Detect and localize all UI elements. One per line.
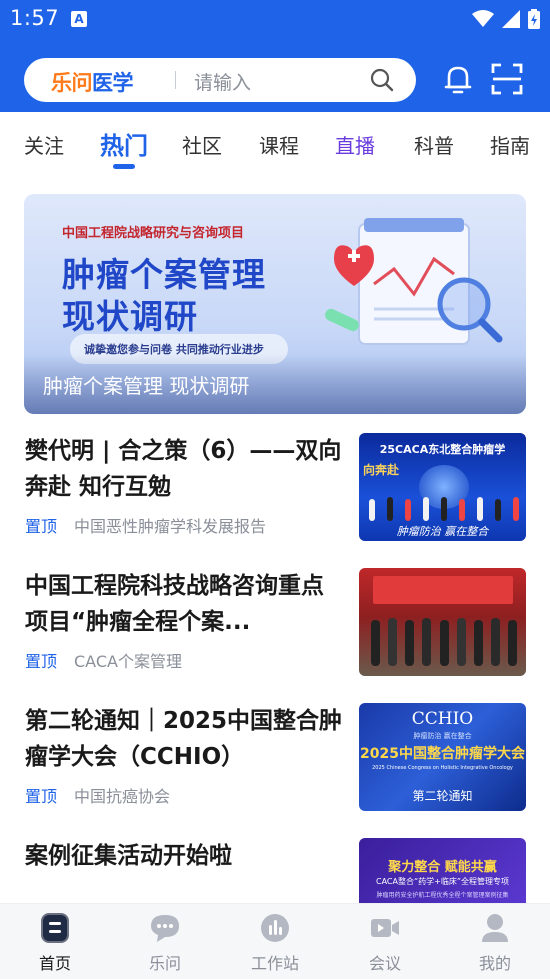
tab-courses[interactable]: 课程 <box>259 130 299 159</box>
tab-hot[interactable]: 热门 <box>100 126 148 161</box>
chat-bubble-icon <box>151 915 179 942</box>
article-item[interactable]: 樊代明 | 合之策（6）——双向奔赴 知行互勉 置顶 中国恶性肿瘤学科发展报告 … <box>0 433 550 543</box>
article-source: 中国抗癌协会 <box>74 787 171 806</box>
nav-label: 我的 <box>478 954 511 973</box>
banner-title-line1: 肿瘤个案管理 <box>62 255 266 294</box>
tab-follow[interactable]: 关注 <box>24 130 64 159</box>
battery-icon <box>528 9 540 29</box>
bottom-navigation: 首页 乐问 工作站 会议 我的 <box>0 903 550 979</box>
article-item[interactable]: 案例征集活动开始啦 聚力整合 赋能共赢 CACA整合“药学+临床”全程管理专项 … <box>0 838 550 903</box>
banner[interactable]: 中国工程院战略研究与咨询项目 肿瘤个案管理 现状调研 诚挚邀您参与问卷 共同推动… <box>24 194 526 414</box>
banner-illustration <box>325 218 503 345</box>
thumb-header: 25CACA东北整合肿瘤学 <box>379 443 506 456</box>
article-thumbnail <box>359 568 526 676</box>
thumb-english: 2025 Chinese Congress on Holistic Integr… <box>372 765 513 771</box>
article-title: 中国工程院科技战略咨询重点项目“肿瘤全程个案... <box>25 573 324 635</box>
pinned-tag: 置顶 <box>25 652 58 671</box>
thumb-people <box>371 616 517 666</box>
nav-ask[interactable]: 乐问 <box>110 904 220 979</box>
tab-live[interactable]: 直播 <box>335 130 375 159</box>
search-input[interactable]: 请输入 <box>194 68 251 95</box>
status-bar: 1:57 A <box>0 0 550 38</box>
status-time: 1:57 <box>10 6 60 30</box>
wifi-icon <box>472 10 494 27</box>
article-title: 第二轮通知｜2025中国整合肿瘤学大会（CCHIO） <box>25 708 343 770</box>
search-divider <box>175 71 176 89</box>
nav-label: 乐问 <box>148 954 181 973</box>
article-title: 案例征集活动开始啦 <box>25 843 232 869</box>
tab-guides[interactable]: 指南 <box>490 130 530 159</box>
nav-home[interactable]: 首页 <box>0 904 110 979</box>
thumb-logo-sub: 肿瘤防治 赢在整合 <box>413 732 472 740</box>
search-icon[interactable] <box>370 68 394 92</box>
banner-subtitle: 中国工程院战略研究与咨询项目 <box>62 226 245 241</box>
bell-icon[interactable] <box>441 62 475 96</box>
pinned-tag: 置顶 <box>25 517 58 536</box>
tab-science[interactable]: 科普 <box>414 130 454 159</box>
nav-label: 首页 <box>38 954 71 973</box>
notification-icon: A <box>71 11 87 27</box>
app-logo: 乐问医学 <box>51 71 134 95</box>
active-tab-indicator <box>113 164 135 169</box>
banner-caption: 肿瘤个案管理 现状调研 <box>43 374 250 398</box>
nav-label: 会议 <box>368 954 401 973</box>
nav-workstation[interactable]: 工作站 <box>220 904 330 979</box>
thumb-title: 2025中国整合肿瘤学大会 <box>360 746 525 762</box>
article-source: 中国恶性肿瘤学科发展报告 <box>74 517 267 536</box>
video-camera-icon <box>371 919 399 937</box>
pinned-tag: 置顶 <box>25 787 58 806</box>
nav-meetings[interactable]: 会议 <box>330 904 440 979</box>
home-icon <box>41 913 69 943</box>
article-thumbnail: 聚力整合 赋能共赢 CACA整合“药学+临床”全程管理专项 肿瘤用药安全护航工程… <box>359 838 526 903</box>
thumb-title: 聚力整合 赋能共赢 <box>388 860 497 875</box>
thumb-banner <box>373 576 513 604</box>
signal-icon <box>502 10 520 28</box>
person-icon <box>482 914 508 942</box>
nav-profile[interactable]: 我的 <box>440 904 550 979</box>
thumb-logo: CCHIO <box>411 709 474 729</box>
thumb-line3: 肿瘤用药安全护航工程优秀全程个案管理案例征集 <box>376 892 509 899</box>
thumb-notice: 第二轮通知 <box>412 789 473 803</box>
article-item[interactable]: 第二轮通知｜2025中国整合肿瘤学大会（CCHIO） 置顶 中国抗癌协会 CCH… <box>0 703 550 813</box>
article-source: CACA个案管理 <box>74 652 182 671</box>
nav-label: 工作站 <box>250 954 299 973</box>
article-thumbnail: 25CACA东北整合肿瘤学 向奔赴 肿瘤防治 赢在整合 <box>359 433 526 541</box>
article-thumbnail: CCHIO 肿瘤防治 赢在整合 2025中国整合肿瘤学大会 2025 Chine… <box>359 703 526 811</box>
thumb-side-text: 向奔赴 <box>363 463 400 477</box>
tab-community[interactable]: 社区 <box>182 130 222 159</box>
thumb-footer: 肿瘤防治 赢在整合 <box>396 525 489 538</box>
article-title: 樊代明 | 合之策（6）——双向奔赴 知行互勉 <box>25 438 342 500</box>
scan-icon[interactable] <box>490 62 524 96</box>
category-tabs: 关注 热门 社区 课程 直播 科普 指南 <box>0 112 550 174</box>
thumb-line2: CACA整合“药学+临床”全程管理专项 <box>376 877 509 886</box>
search-bar[interactable]: 乐问医学 请输入 <box>24 58 416 102</box>
thumb-people <box>369 491 519 521</box>
workstation-icon <box>261 914 289 942</box>
article-item[interactable]: 中国工程院科技战略咨询重点项目“肿瘤全程个案... 置顶 CACA个案管理 <box>0 568 550 678</box>
banner-title-line2: 现状调研 <box>62 297 198 336</box>
top-header: 1:57 A 乐问医学 请输入 <box>0 0 550 112</box>
status-icons <box>472 8 540 30</box>
